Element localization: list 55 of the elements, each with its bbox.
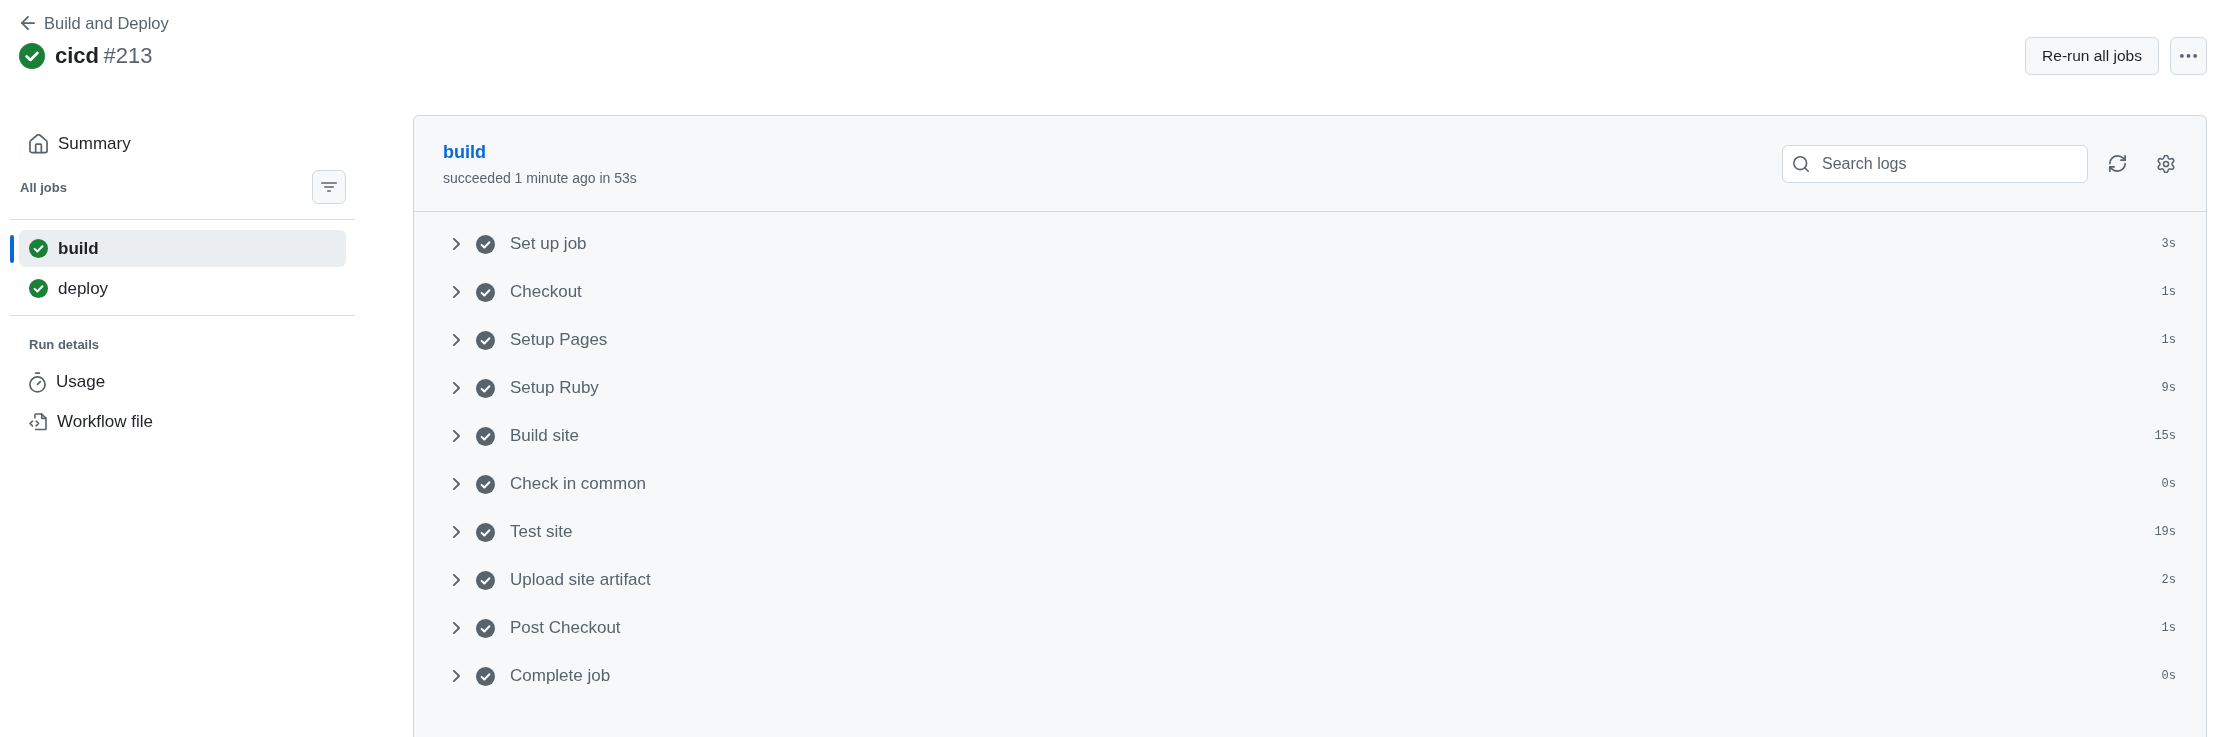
- step-duration: 2s: [2161, 573, 2176, 587]
- refresh-icon: [2108, 155, 2126, 172]
- chevron-right-icon[interactable]: [453, 382, 460, 394]
- rerun-button[interactable]: Re-run all jobs: [2025, 37, 2159, 75]
- summary-link[interactable]: Summary: [10, 126, 131, 162]
- step-name[interactable]: Check in common: [510, 474, 647, 494]
- step-duration: 1s: [2161, 333, 2176, 347]
- run-number: #213: [103, 43, 153, 68]
- ellipsis-icon: [2180, 54, 2197, 58]
- step-name[interactable]: Post Checkout: [510, 618, 621, 638]
- back-link[interactable]: Build and Deploy: [21, 13, 169, 33]
- filter-icon: [321, 182, 337, 192]
- run-details-heading: Run details: [28, 336, 100, 354]
- house-icon: [29, 134, 48, 154]
- step-duration: 0s: [2161, 669, 2176, 683]
- stopwatch-icon: [29, 371, 46, 393]
- step-name[interactable]: Set up job: [510, 234, 587, 254]
- chevron-right-icon[interactable]: [453, 622, 460, 634]
- chevron-right-icon[interactable]: [453, 286, 460, 298]
- workflow-name: cicd: [55, 43, 100, 68]
- step-duration: 1s: [2161, 285, 2176, 299]
- step-name[interactable]: Test site: [510, 522, 573, 542]
- job-item[interactable]: build: [19, 230, 346, 267]
- job-title[interactable]: build: [443, 140, 486, 164]
- step-duration: 3s: [2161, 237, 2176, 251]
- job-item[interactable]: deploy: [19, 270, 346, 307]
- file-code-icon: [29, 413, 47, 431]
- step-name[interactable]: Upload site artifact: [510, 570, 651, 590]
- step-name[interactable]: Setup Ruby: [510, 378, 599, 398]
- chevron-right-icon[interactable]: [453, 526, 460, 538]
- step-duration: 15s: [2154, 429, 2176, 443]
- usage-link[interactable]: Usage: [10, 364, 106, 400]
- workflow-file-link[interactable]: Workflow file: [10, 404, 154, 440]
- filter-button[interactable]: [312, 170, 346, 204]
- settings-icon: [2157, 154, 2175, 173]
- chevron-right-icon[interactable]: [453, 238, 460, 250]
- more-options-button[interactable]: [2170, 37, 2207, 75]
- step-duration: 9s: [2161, 381, 2176, 395]
- step-name[interactable]: Checkout: [510, 282, 582, 302]
- search-field[interactable]: Search logs: [1782, 144, 2088, 183]
- chevron-right-icon[interactable]: [453, 334, 460, 346]
- chevron-right-icon[interactable]: [453, 478, 460, 490]
- step-duration: 19s: [2154, 525, 2176, 539]
- step-duration: 1s: [2161, 621, 2176, 635]
- arrow-left-icon: [21, 16, 35, 30]
- step-name[interactable]: Setup Pages: [510, 330, 608, 350]
- step-name[interactable]: Complete job: [510, 666, 611, 686]
- chevron-right-icon[interactable]: [453, 670, 460, 682]
- job-summary: succeeded 1 minute ago in 53s: [443, 169, 637, 187]
- jobs-heading: All jobs: [20, 179, 67, 195]
- search-icon: [1793, 155, 1809, 172]
- chevron-right-icon[interactable]: [453, 574, 460, 586]
- chevron-right-icon[interactable]: [453, 430, 460, 442]
- step-duration: 0s: [2161, 477, 2176, 491]
- step-name[interactable]: Build site: [510, 426, 579, 446]
